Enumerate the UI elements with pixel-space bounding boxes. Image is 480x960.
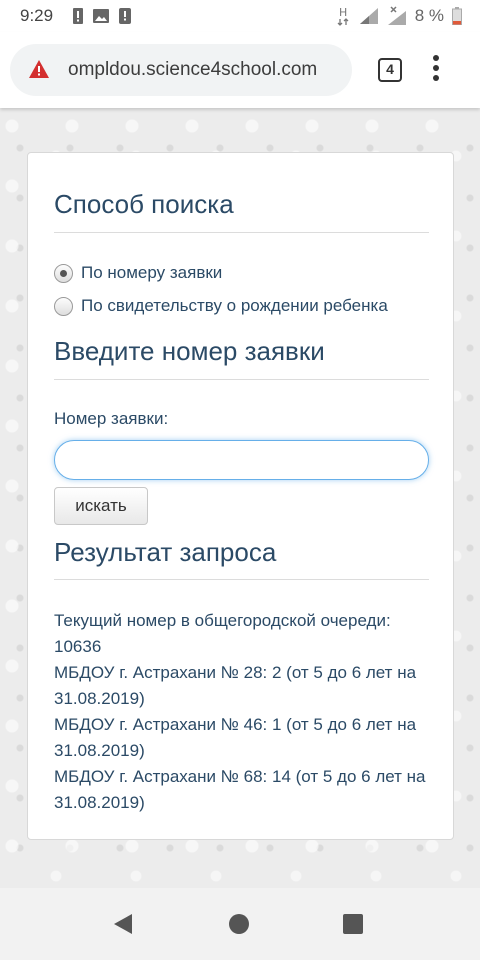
radio-button-checked[interactable] (54, 263, 73, 283)
radio-by-request-number[interactable]: По номеру заявки (54, 263, 222, 283)
result-line: МБДОУ г. Астрахани № 28: 2 (от 5 до 6 ле… (54, 663, 417, 708)
image-notification-icon (93, 9, 109, 23)
divider (54, 379, 429, 380)
tab-switcher-button[interactable]: 4 (378, 58, 402, 82)
url-text[interactable]: ompldou.science4school.com (68, 59, 348, 81)
radio-label: По номеру заявки (81, 263, 223, 282)
search-button[interactable]: искать (54, 487, 148, 525)
battery-percent: 8 % (414, 6, 444, 25)
search-method-title: Способ поиска (54, 189, 234, 219)
svg-text:H: H (339, 6, 347, 19)
status-time: 9:29 (20, 6, 54, 25)
result-title: Результат запроса (54, 537, 277, 567)
alert-notification-icon (73, 8, 83, 24)
system-icons: H 8 % (337, 5, 462, 27)
system-nav-bar (0, 888, 480, 960)
enter-number-title: Введите номер заявки (54, 336, 325, 366)
search-panel: Способ поиска По номеру заявки По свидет… (27, 152, 454, 840)
result-line: Текущий номер в общегородской очереди: 1… (54, 611, 391, 656)
network-h-icon: H (337, 6, 349, 26)
signal-icon (359, 8, 378, 24)
status-bar: 9:29 H 8 % (0, 0, 480, 32)
radio-by-birth-certificate[interactable]: По свидетельству о рождении ребенка (54, 296, 388, 316)
request-number-label: Номер заявки: (54, 409, 169, 428)
browser-toolbar: ompldou.science4school.com 4 (0, 32, 480, 108)
request-number-input[interactable] (54, 440, 429, 480)
no-signal-icon (387, 6, 406, 25)
divider (54, 579, 429, 580)
divider (54, 232, 429, 233)
battery-icon (452, 7, 462, 25)
recent-apps-icon[interactable] (343, 914, 363, 934)
back-icon[interactable] (112, 913, 134, 935)
notification-icons (72, 7, 132, 25)
warning-icon[interactable] (28, 59, 50, 79)
home-icon[interactable] (229, 914, 249, 934)
more-menu-icon[interactable] (432, 54, 440, 82)
radio-button[interactable] (54, 296, 73, 316)
result-text: Текущий номер в общегородской очереди: 1… (54, 608, 434, 816)
radio-label: По свидетельству о рождении ребенка (81, 296, 388, 315)
address-bar[interactable]: ompldou.science4school.com (10, 44, 352, 96)
phone-alert-notification-icon (119, 8, 131, 24)
result-line: МБДОУ г. Астрахани № 46: 1 (от 5 до 6 ле… (54, 715, 417, 760)
result-line: МБДОУ г. Астрахани № 68: 14 (от 5 до 6 л… (54, 767, 426, 812)
